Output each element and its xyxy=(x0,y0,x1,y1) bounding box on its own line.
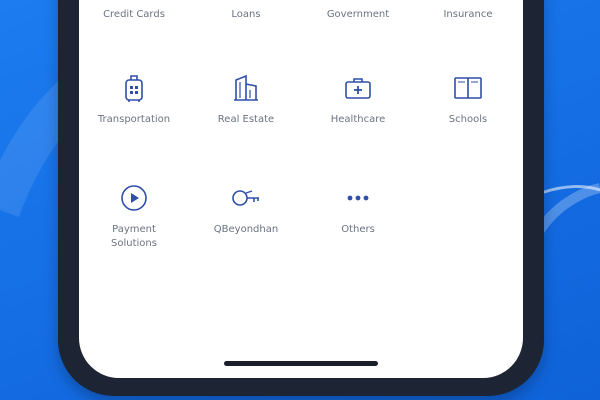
category-label: Insurance xyxy=(443,9,493,20)
category-label: Real Estate xyxy=(217,114,275,125)
category-label: Payment Solutions xyxy=(111,224,157,249)
category-government[interactable]: Government xyxy=(303,0,413,22)
luggage-icon xyxy=(125,75,143,102)
category-label: QBeyondhan xyxy=(213,224,279,235)
category-transportation[interactable]: Transportation xyxy=(79,72,189,127)
category-qbeyondhan[interactable]: QBeyondhan xyxy=(191,182,301,237)
category-label: Government xyxy=(326,9,390,20)
phone-screen: Credit Cards Loans Government Insurance … xyxy=(79,0,523,378)
category-label: Healthcare xyxy=(330,114,386,125)
category-insurance[interactable]: Insurance xyxy=(413,0,523,22)
category-label: Transportation xyxy=(97,114,171,125)
category-healthcare[interactable]: Healthcare xyxy=(303,72,413,127)
book-icon xyxy=(454,77,482,99)
category-payment-solutions[interactable]: Payment Solutions xyxy=(79,182,189,251)
category-label: Others xyxy=(341,224,375,235)
category-loans[interactable]: Loans xyxy=(191,0,301,22)
category-others[interactable]: Others xyxy=(303,182,413,237)
payment-icon xyxy=(121,185,147,211)
category-label: Schools xyxy=(448,114,488,125)
category-label: Credit Cards xyxy=(103,9,165,20)
medical-kit-icon xyxy=(345,78,371,99)
more-dots-icon xyxy=(347,195,369,201)
category-label: Loans xyxy=(231,9,261,20)
category-credit-cards[interactable]: Credit Cards xyxy=(79,0,189,22)
home-indicator[interactable] xyxy=(224,361,378,366)
key-icon xyxy=(232,190,259,206)
building-icon xyxy=(234,74,258,101)
category-schools[interactable]: Schools xyxy=(413,72,523,127)
category-real-estate[interactable]: Real Estate xyxy=(191,72,301,127)
